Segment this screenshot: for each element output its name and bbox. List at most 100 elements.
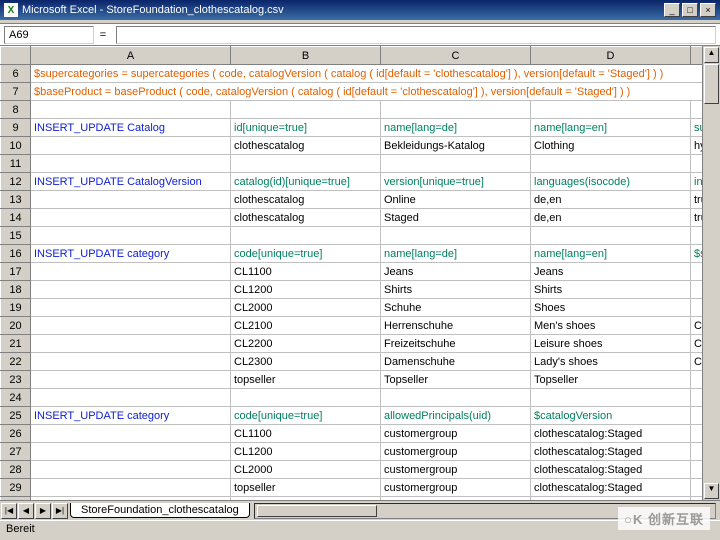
cell[interactable]: $catalogVersion: [531, 407, 691, 425]
row-header[interactable]: 12: [1, 173, 31, 191]
cell[interactable]: INSERT_UPDATE category: [31, 245, 231, 263]
cell[interactable]: [31, 443, 231, 461]
cell[interactable]: [31, 461, 231, 479]
select-all-corner[interactable]: [1, 47, 31, 65]
col-header-B[interactable]: B: [231, 47, 381, 65]
name-box[interactable]: A69: [4, 26, 94, 44]
cell[interactable]: [691, 389, 703, 407]
close-button[interactable]: ×: [700, 3, 716, 17]
cell[interactable]: name[lang=en]: [531, 119, 691, 137]
scroll-up-icon[interactable]: ▲: [704, 47, 719, 63]
cell[interactable]: [31, 227, 231, 245]
row-header[interactable]: 29: [1, 479, 31, 497]
cell[interactable]: version[unique=true]: [381, 173, 531, 191]
cell[interactable]: CL2000: [691, 353, 703, 371]
row-header[interactable]: 21: [1, 335, 31, 353]
row-header[interactable]: 23: [1, 371, 31, 389]
cell[interactable]: [231, 101, 381, 119]
cell[interactable]: [31, 389, 231, 407]
cell[interactable]: Online: [381, 191, 531, 209]
cell[interactable]: CL2000: [231, 299, 381, 317]
row-header[interactable]: 13: [1, 191, 31, 209]
row-header[interactable]: 27: [1, 443, 31, 461]
cell[interactable]: [691, 263, 703, 281]
cell[interactable]: CL2100: [231, 317, 381, 335]
cell[interactable]: clothescatalog:Staged: [531, 425, 691, 443]
row-header[interactable]: 28: [1, 461, 31, 479]
row-header[interactable]: 17: [1, 263, 31, 281]
row-header[interactable]: 24: [1, 389, 31, 407]
row-header[interactable]: 22: [1, 353, 31, 371]
cell[interactable]: [691, 227, 703, 245]
cell[interactable]: [31, 335, 231, 353]
cell[interactable]: $supercategories = supercategories ( cod…: [31, 65, 703, 83]
cell[interactable]: [691, 461, 703, 479]
cell[interactable]: topseller: [231, 479, 381, 497]
cell[interactable]: Shoes: [531, 299, 691, 317]
sheet-tab[interactable]: StoreFoundation_clothescatalog: [70, 503, 250, 518]
cell[interactable]: Shirts: [531, 281, 691, 299]
row-header[interactable]: 6: [1, 65, 31, 83]
cell[interactable]: Staged: [381, 209, 531, 227]
cell[interactable]: [691, 371, 703, 389]
cell[interactable]: Leisure shoes: [531, 335, 691, 353]
cell[interactable]: name[lang=de]: [381, 119, 531, 137]
row-header[interactable]: 18: [1, 281, 31, 299]
cell[interactable]: customergroup: [381, 443, 531, 461]
cell[interactable]: [691, 443, 703, 461]
cell[interactable]: [231, 155, 381, 173]
cell[interactable]: customergroup: [381, 479, 531, 497]
cell[interactable]: Jeans: [381, 263, 531, 281]
cell[interactable]: Freizeitschuhe: [381, 335, 531, 353]
row-header[interactable]: 9: [1, 119, 31, 137]
cell[interactable]: Jeans: [531, 263, 691, 281]
cell[interactable]: [231, 389, 381, 407]
cell[interactable]: INSERT_UPDATE Catalog: [31, 119, 231, 137]
minimize-button[interactable]: _: [664, 3, 680, 17]
row-header[interactable]: 16: [1, 245, 31, 263]
cell[interactable]: de,en: [531, 209, 691, 227]
cell[interactable]: CL2300: [231, 353, 381, 371]
cell[interactable]: Men's shoes: [531, 317, 691, 335]
scroll-thumb[interactable]: [704, 64, 719, 104]
cell[interactable]: [691, 101, 703, 119]
cell[interactable]: id[unique=true]: [231, 119, 381, 137]
cell[interactable]: [231, 227, 381, 245]
cell[interactable]: Damenschuhe: [381, 353, 531, 371]
cell[interactable]: [31, 281, 231, 299]
cell[interactable]: Bekleidungs-Katalog: [381, 137, 531, 155]
row-header[interactable]: 20: [1, 317, 31, 335]
cell[interactable]: clothescatalog: [231, 209, 381, 227]
cell[interactable]: Herrenschuhe: [381, 317, 531, 335]
cell[interactable]: code[unique=true]: [231, 407, 381, 425]
cell[interactable]: hybris: [691, 137, 703, 155]
hscroll-thumb[interactable]: [257, 505, 377, 517]
cell[interactable]: $baseProduct = baseProduct ( code, catal…: [31, 83, 703, 101]
cell[interactable]: [31, 425, 231, 443]
cell[interactable]: [31, 209, 231, 227]
cell[interactable]: [31, 101, 231, 119]
cell[interactable]: CL2200: [231, 335, 381, 353]
cell[interactable]: [691, 425, 703, 443]
cell[interactable]: [691, 407, 703, 425]
cell[interactable]: clothescatalog:Staged: [531, 479, 691, 497]
cell[interactable]: CL1200: [231, 281, 381, 299]
cell[interactable]: [531, 155, 691, 173]
cell[interactable]: [691, 479, 703, 497]
col-header-E[interactable]: E: [691, 47, 703, 65]
row-header[interactable]: 15: [1, 227, 31, 245]
maximize-button[interactable]: □: [682, 3, 698, 17]
row-header[interactable]: 19: [1, 299, 31, 317]
row-header[interactable]: 7: [1, 83, 31, 101]
cell[interactable]: Lady's shoes: [531, 353, 691, 371]
cell[interactable]: clothescatalog:Staged: [531, 461, 691, 479]
cell[interactable]: [381, 227, 531, 245]
row-header[interactable]: 14: [1, 209, 31, 227]
cell[interactable]: name[lang=en]: [531, 245, 691, 263]
sheet-nav-button[interactable]: ◀: [18, 503, 34, 519]
row-header[interactable]: 26: [1, 425, 31, 443]
cell[interactable]: code[unique=true]: [231, 245, 381, 263]
spreadsheet-grid[interactable]: ABCDE 6$supercategories = supercategorie…: [0, 46, 702, 500]
row-header[interactable]: 10: [1, 137, 31, 155]
cell[interactable]: topseller: [231, 371, 381, 389]
